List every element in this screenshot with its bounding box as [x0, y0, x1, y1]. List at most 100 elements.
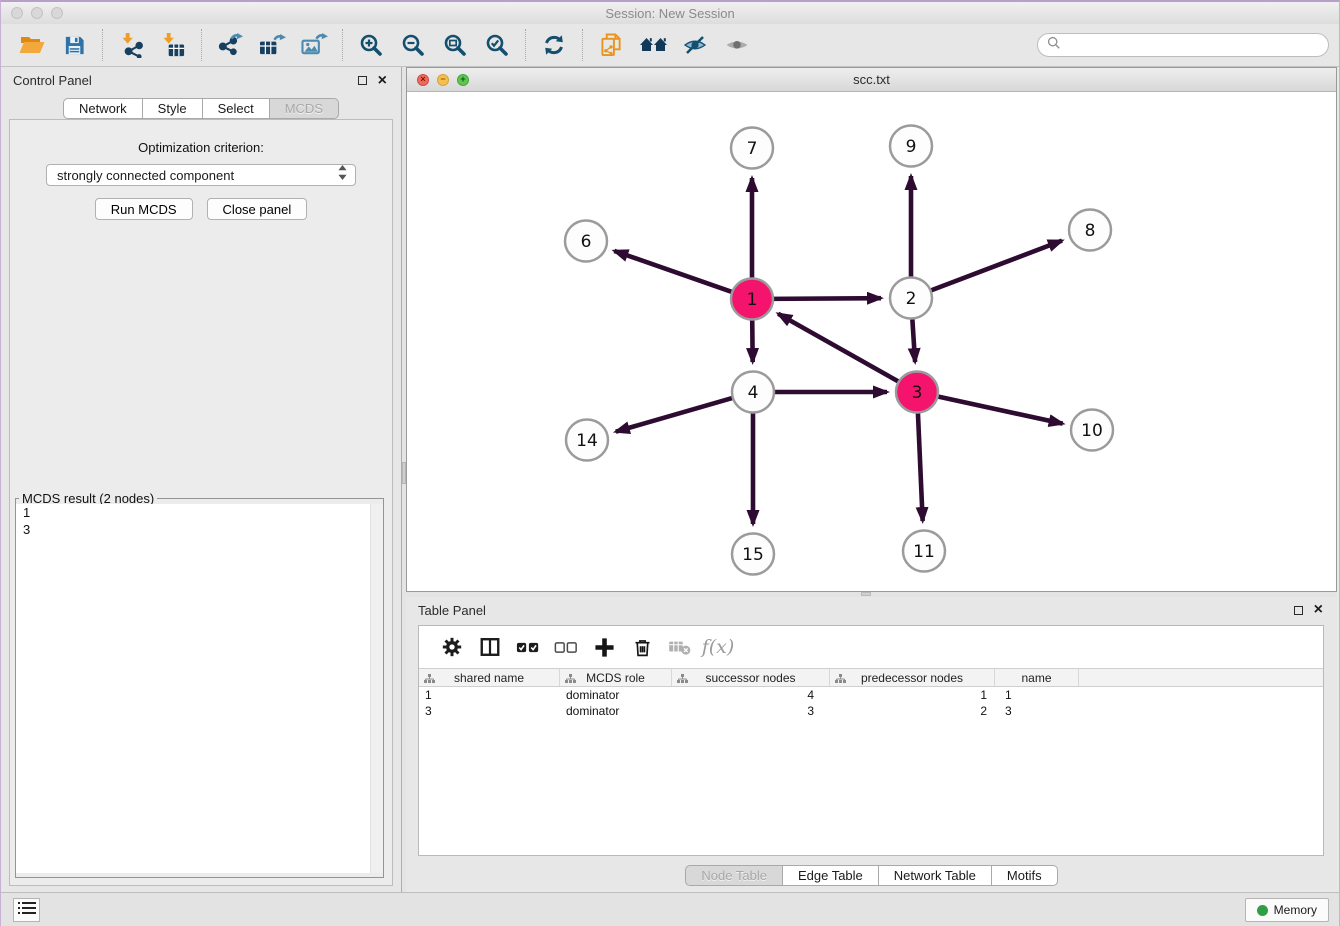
- status-bar: Memory: [1, 892, 1339, 926]
- column-header-mcds-role[interactable]: MCDS role: [560, 669, 672, 686]
- svg-text:14: 14: [576, 431, 598, 451]
- import-table-icon[interactable]: [152, 27, 194, 63]
- tab-style[interactable]: Style: [143, 98, 203, 119]
- add-icon[interactable]: [585, 630, 623, 664]
- float-panel-icon[interactable]: [1294, 606, 1303, 615]
- column-header-successor-nodes[interactable]: successor nodes: [672, 669, 830, 686]
- export-image-icon[interactable]: [293, 27, 335, 63]
- graph-edge-3-10[interactable]: [936, 396, 1063, 424]
- graph-node-14[interactable]: 14: [566, 420, 608, 461]
- export-table-icon[interactable]: [251, 27, 293, 63]
- control-panel-header: Control Panel ×: [1, 67, 401, 94]
- column-label: MCDS role: [586, 671, 645, 685]
- application-window: Session: New Session Control Panel × Net…: [0, 0, 1340, 926]
- new-network-from-selection-icon[interactable]: [590, 27, 632, 63]
- column-header-shared-name[interactable]: shared name: [419, 669, 560, 686]
- cell-predecessor-nodes: 2: [830, 704, 995, 718]
- tree-icon: [565, 673, 576, 687]
- zoom-fit-icon[interactable]: [434, 27, 476, 63]
- main-toolbar-icons: [11, 27, 758, 63]
- zoom-out-icon[interactable]: [392, 27, 434, 63]
- svg-text:8: 8: [1085, 221, 1096, 241]
- close-panel-icon[interactable]: ×: [378, 75, 387, 87]
- save-icon[interactable]: [53, 27, 95, 63]
- optimization-select[interactable]: strongly connected component: [46, 164, 356, 186]
- tab-edge-table[interactable]: Edge Table: [783, 865, 879, 886]
- graph-edge-1-2[interactable]: [771, 298, 881, 299]
- graph-edge-3-11[interactable]: [918, 411, 923, 521]
- tab-motifs[interactable]: Motifs: [992, 865, 1058, 886]
- network-canvas[interactable]: 1 2 3 4 6 7 8 9 10 11 14 15: [407, 92, 1336, 591]
- graph-node-11[interactable]: 11: [903, 531, 945, 572]
- graph-node-8[interactable]: 8: [1069, 210, 1111, 251]
- select-stepper-icon: [338, 165, 347, 185]
- toolbar-separator: [525, 29, 526, 61]
- task-history-button[interactable]: [13, 898, 40, 922]
- refresh-icon[interactable]: [533, 27, 575, 63]
- select-all-icon[interactable]: [509, 630, 547, 664]
- split-columns-icon[interactable]: [471, 630, 509, 664]
- toolbar-separator: [201, 29, 202, 61]
- main-toolbar: [1, 24, 1339, 67]
- graph-edge-3-1[interactable]: [778, 314, 900, 383]
- network-window-title: scc.txt: [407, 72, 1336, 87]
- cell-name: 1: [995, 688, 1079, 702]
- table-row[interactable]: 3dominator323: [419, 703, 1323, 719]
- graph-edge-2-8[interactable]: [929, 241, 1062, 292]
- unselect-all-icon[interactable]: [547, 630, 585, 664]
- result-scrollbar[interactable]: [370, 504, 383, 873]
- zoom-selected-icon[interactable]: [476, 27, 518, 63]
- tree-icon: [835, 673, 846, 687]
- svg-text:7: 7: [747, 139, 758, 159]
- graph-node-9[interactable]: 9: [890, 126, 932, 167]
- graph-edge-1-6[interactable]: [614, 251, 734, 293]
- graph-node-3[interactable]: 3: [896, 372, 938, 413]
- window-title: Session: New Session: [1, 6, 1339, 21]
- tab-node-table[interactable]: Node Table: [685, 865, 783, 886]
- splitter-grip[interactable]: [861, 592, 871, 596]
- mcds-result-list[interactable]: 13: [16, 504, 383, 873]
- table-row[interactable]: 1dominator411: [419, 687, 1323, 703]
- close-panel-icon[interactable]: ×: [1314, 604, 1323, 616]
- run-mcds-button[interactable]: Run MCDS: [95, 198, 193, 220]
- cell-name: 3: [995, 704, 1079, 718]
- graph-node-6[interactable]: 6: [565, 221, 607, 262]
- column-header-predecessor-nodes[interactable]: predecessor nodes: [830, 669, 995, 686]
- cell-successor-nodes: 4: [672, 688, 830, 702]
- hide-selected-icon[interactable]: [674, 27, 716, 63]
- close-panel-button[interactable]: Close panel: [207, 198, 308, 220]
- tab-mcds[interactable]: MCDS: [270, 98, 339, 119]
- graph-edge-2-3[interactable]: [912, 317, 915, 362]
- column-header-name[interactable]: name: [995, 669, 1079, 686]
- show-all-icon[interactable]: [716, 27, 758, 63]
- float-panel-icon[interactable]: [358, 76, 367, 85]
- graph-node-2[interactable]: 2: [890, 278, 932, 319]
- graph-edge-4-14[interactable]: [616, 397, 735, 431]
- cell-shared-name: 3: [419, 704, 560, 718]
- search-box[interactable]: [1037, 33, 1329, 57]
- graph-node-7[interactable]: 7: [731, 128, 773, 169]
- import-network-icon[interactable]: [110, 27, 152, 63]
- search-input[interactable]: [1066, 37, 1319, 54]
- memory-button[interactable]: Memory: [1245, 898, 1329, 922]
- gear-icon[interactable]: [433, 630, 471, 664]
- tab-select[interactable]: Select: [203, 98, 270, 119]
- first-neighbors-icon[interactable]: [632, 27, 674, 63]
- tab-network-table[interactable]: Network Table: [879, 865, 992, 886]
- graph-node-10[interactable]: 10: [1071, 410, 1113, 451]
- open-icon[interactable]: [11, 27, 53, 63]
- optimization-label: Optimization criterion:: [10, 140, 392, 155]
- titlebar: Session: New Session: [1, 2, 1339, 24]
- graph-node-4[interactable]: 4: [732, 372, 774, 413]
- export-network-icon[interactable]: [209, 27, 251, 63]
- zoom-in-icon[interactable]: [350, 27, 392, 63]
- svg-text:1: 1: [747, 290, 758, 310]
- graph-node-15[interactable]: 15: [732, 534, 774, 575]
- table-tabs: Node TableEdge TableNetwork TableMotifs: [406, 865, 1337, 886]
- column-label: predecessor nodes: [861, 671, 963, 685]
- column-label: name: [1021, 671, 1051, 685]
- tab-network[interactable]: Network: [63, 98, 143, 119]
- delete-icon[interactable]: [623, 630, 661, 664]
- graph-node-1[interactable]: 1: [731, 279, 773, 320]
- mcds-result-lines: 13: [16, 504, 383, 538]
